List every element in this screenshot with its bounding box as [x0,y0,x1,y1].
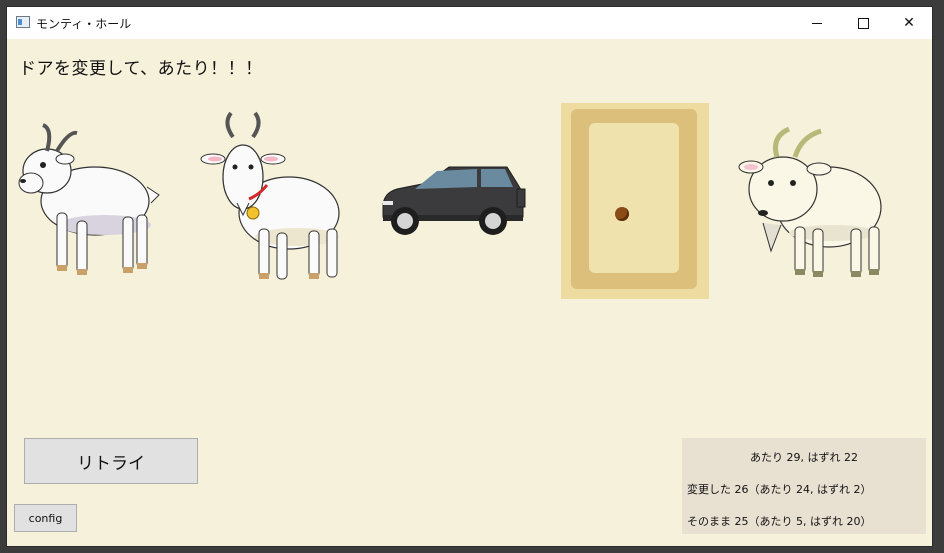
stats-panel: あたり 29, はずれ 22 変更した 26（あたり 24, はずれ 2） その… [682,438,926,534]
close-button[interactable]: ✕ [886,7,932,39]
title-bar[interactable]: モンティ・ホール ✕ [7,7,932,39]
stats-changed: 変更した 26（あたり 24, はずれ 2） [687,483,872,496]
door-panel [589,123,679,273]
window-title: モンティ・ホール [36,17,132,31]
door-5[interactable] [737,103,885,299]
door-knob-icon [615,207,629,221]
minimize-icon [812,22,822,24]
car-icon [382,166,526,235]
stats-total: あたり 29, はずれ 22 [750,451,858,464]
retry-button[interactable]: リトライ [24,438,198,484]
door-4[interactable] [561,103,709,299]
maximize-icon [857,17,869,29]
closed-door-icon [571,109,697,289]
goat-icon [738,126,882,277]
app-window-icon [16,16,30,28]
door-2[interactable] [197,103,345,299]
minimize-button[interactable] [794,7,840,39]
result-message: ドアを変更して、あたり！！！ [19,59,263,79]
goat-icon [200,111,340,280]
door-3[interactable] [379,103,527,299]
config-button[interactable]: config [14,504,77,532]
maximize-button[interactable] [840,7,886,39]
app-window: モンティ・ホール ✕ ドアを変更して、あたり！！！ リトライ config あた… [6,6,933,547]
close-icon: ✕ [903,15,915,31]
stats-stayed: そのまま 25（あたり 5, はずれ 20） [687,515,872,528]
goat-icon [18,123,160,275]
door-1[interactable] [13,103,161,299]
